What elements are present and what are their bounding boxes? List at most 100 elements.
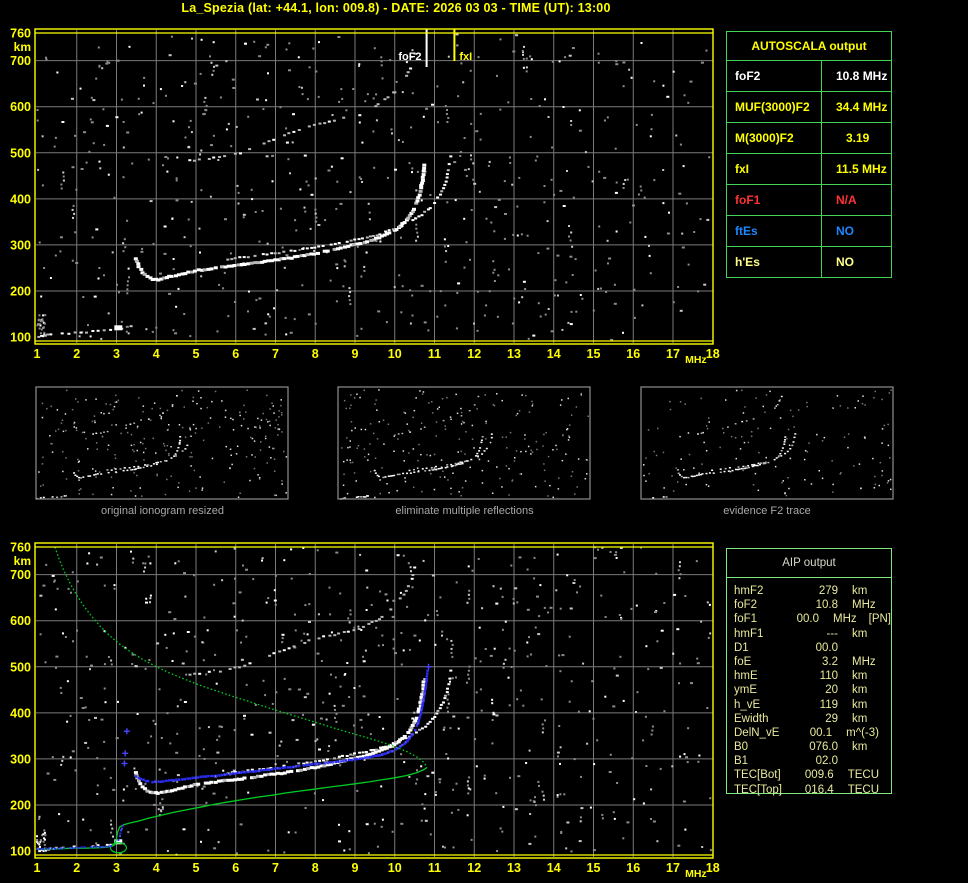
svg-text:1: 1: [34, 861, 41, 875]
param-value: N/A: [836, 193, 857, 207]
thumbnail-caption-evidence: evidence F2 trace: [723, 505, 811, 517]
svg-text:4: 4: [153, 347, 160, 361]
profile-ionogram-plot: 760700600500400300200100km1 2 3 4 5 6 7 8 9 10 11 1…: [10, 540, 720, 880]
param-value: 10.8 MHz: [836, 69, 888, 83]
aip-unit: km: [852, 585, 868, 597]
autoscala-row-MUF(3000)F2: MUF(3000)F2 34.4 MHz: [727, 92, 891, 123]
aip-note: [879, 768, 891, 782]
main-ionogram-plot: foF2 fxI760700600500400300200100km1 2 3 4 5 6 7…: [10, 26, 720, 366]
aip-row-foE: foE 3.2 MHz: [727, 655, 891, 669]
aip-row-D1: D1 00.0: [727, 641, 891, 655]
aip-row-hmF2: hmF2 279 km: [727, 584, 891, 598]
aip-value: 02.0: [815, 755, 838, 768]
aip-note: [867, 712, 879, 726]
svg-text:400: 400: [10, 192, 31, 206]
param-label: foF1: [727, 185, 822, 215]
aip-value: 279: [818, 585, 838, 597]
svg-text:5: 5: [193, 347, 200, 361]
svg-text:6: 6: [232, 861, 239, 875]
svg-text:11: 11: [428, 861, 441, 875]
aip-row-DelN_vE: DelN_vE 00.1 m^(-3): [727, 726, 891, 740]
aip-unit: TECU: [847, 783, 879, 796]
autoscala-rows: foF2 10.8 MHz MUF(3000)F2 34.4 MHz M(3000)F2…: [727, 61, 891, 277]
aip-value: 3.2: [822, 655, 838, 668]
aip-label: TEC[Top]: [734, 783, 782, 796]
svg-text:18: 18: [706, 347, 720, 361]
aip-label: ymE: [734, 684, 757, 697]
aip-unit: m^(-3): [846, 726, 879, 739]
aip-value: ---: [826, 627, 839, 640]
param-label: M(3000)F2: [727, 123, 822, 153]
aip-row-hmF1: hmF1 --- km: [727, 627, 891, 641]
aip-note: [852, 641, 864, 655]
param-value: NO: [836, 224, 854, 238]
svg-text:4: 4: [153, 861, 160, 875]
aip-value: 009.6: [804, 769, 834, 782]
svg-text:km: km: [14, 40, 31, 54]
param-value: 11.5 MHz: [836, 162, 887, 176]
page-title: La_Spezia (lat: +44.1, lon: 009.8) - DAT…: [181, 1, 611, 15]
param-value: 34.4 MHz: [836, 100, 888, 114]
svg-text:100: 100: [10, 845, 31, 859]
svg-text:300: 300: [10, 238, 31, 252]
aip-note: [867, 683, 879, 697]
aip-label: DelN_vE: [734, 726, 780, 739]
autoscala-row-ftEs: ftEs NO: [727, 216, 891, 247]
aip-label: D1: [734, 641, 749, 654]
svg-text:8: 8: [312, 347, 319, 361]
aip-unit: [838, 641, 852, 655]
aip-value: 00.0: [796, 613, 819, 626]
autoscala-row-fxI: fxI 11.5 MHz: [727, 154, 891, 185]
aip-unit: km: [852, 712, 868, 725]
aip-value: 076.0: [809, 741, 838, 754]
aip-rows: hmF2 279 km foF2 10.8 MHz foF1 00.0 MHz [PN] hmF1-…: [727, 578, 891, 797]
aip-value: 110: [819, 670, 838, 683]
svg-text:17: 17: [666, 861, 680, 875]
aip-row-foF2: foF2 10.8 MHz: [727, 598, 891, 612]
svg-text:14: 14: [547, 861, 561, 875]
aip-label: hmF1: [734, 627, 764, 640]
svg-text:18: 18: [706, 861, 720, 875]
svg-text:15: 15: [587, 347, 601, 361]
aip-row-B1: B1 02.0: [727, 754, 891, 768]
aip-unit: km: [852, 627, 868, 640]
aip-value: 20: [825, 684, 838, 697]
aip-label: foE: [734, 655, 752, 668]
svg-text:MHz: MHz: [685, 868, 707, 880]
thumbnail-caption-eliminate: eliminate multiple reflections: [395, 505, 534, 517]
autoscala-header: AUTOSCALA output: [727, 32, 891, 61]
aip-row-hmE: hmE 110 km: [727, 669, 891, 683]
svg-text:fxI: fxI: [459, 51, 472, 63]
param-label: foF2: [727, 61, 822, 91]
aip-unit: TECU: [847, 769, 879, 782]
aip-value: 016.4: [804, 783, 834, 796]
aip-unit: MHz: [852, 655, 876, 668]
svg-text:2: 2: [73, 347, 80, 361]
param-value: NO: [836, 255, 854, 269]
autoscala-row-foF2: foF2 10.8 MHz: [727, 61, 891, 92]
aip-note: [867, 669, 879, 683]
svg-text:foF2: foF2: [398, 51, 421, 63]
param-label: fxI: [727, 154, 822, 184]
svg-text:9: 9: [352, 347, 359, 361]
svg-text:10: 10: [388, 347, 402, 361]
svg-text:100: 100: [10, 331, 31, 345]
svg-text:600: 600: [10, 100, 31, 114]
param-value: 3.19: [846, 131, 870, 145]
aip-value: 29: [825, 712, 838, 725]
aip-row-B0: B0 076.0 km: [727, 740, 891, 754]
aip-row-ymE: ymE 20 km: [727, 683, 891, 697]
thumbnail-caption-original: original ionogram resized: [101, 505, 224, 517]
svg-text:1: 1: [34, 347, 41, 361]
aip-output-table: AIP output hmF2 279 km foF2 10.8 MHz foF1 00.0 M…: [726, 548, 892, 797]
aip-note: [867, 740, 879, 754]
aip-value: 119: [819, 698, 838, 711]
svg-text:300: 300: [10, 752, 31, 766]
aip-label: foF1: [734, 613, 758, 626]
svg-text:760: 760: [10, 26, 31, 40]
svg-text:11: 11: [428, 347, 441, 361]
autoscala-row-foF1: foF1 N/A: [727, 185, 891, 216]
svg-text:500: 500: [10, 146, 31, 160]
aip-note: [867, 698, 879, 712]
svg-text:15: 15: [587, 861, 601, 875]
